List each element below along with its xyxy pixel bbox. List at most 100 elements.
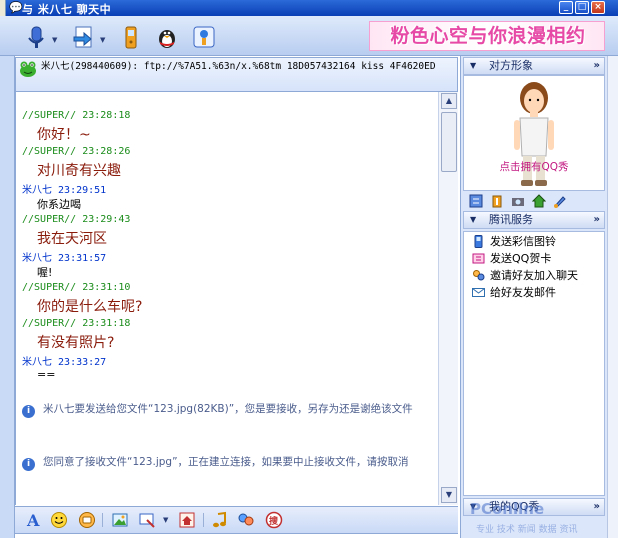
close-button[interactable]: × [591,1,605,14]
action-icon [79,512,95,528]
toolbar-divider [203,513,204,527]
svg-text:搜: 搜 [269,515,279,527]
get-qq-show-link[interactable]: 点击拥有QQ秀 [464,159,604,174]
window-left-border [0,56,15,538]
info-icon: i [22,458,35,471]
avatar-toolbar [463,193,605,211]
file-transfer-button[interactable] [70,23,98,51]
chevron-down-icon: ▼ [470,215,477,224]
message-input[interactable] [15,533,458,538]
mobile-phone-icon [474,235,483,248]
qq-show-button[interactable] [153,23,181,51]
chevron-down-icon[interactable]: ▼ [163,516,168,524]
frog-avatar-icon [20,61,36,77]
message-header: //SUPER// 23:28:18 [22,110,131,121]
chevron-down-icon: ▼ [470,61,477,70]
message-header: //SUPER// 23:29:43 [22,214,131,225]
music-icon [213,511,226,528]
message-text: == [37,368,56,381]
brush-icon[interactable] [553,194,567,208]
message-text: 喔! [37,266,53,279]
double-chevron-icon: » [593,60,600,71]
info-icon [193,26,215,48]
toolbar-divider [102,513,103,527]
info-icon: i [22,405,35,418]
window-title: 与 米八七 聊天中 [22,3,112,16]
chevron-down-icon[interactable]: ▼ [52,36,57,44]
action-button[interactable] [78,511,96,529]
maximize-button[interactable]: □ [575,1,589,14]
svg-text:A: A [26,511,40,529]
contact-header: 米八七(298440609): ftp://%7A51.%63n/x.%68tm… [15,57,458,92]
message-text: 对川奇有兴趣 [37,163,121,179]
house-icon[interactable] [532,194,546,208]
panel-scrollbar[interactable] [607,56,618,538]
send-picture-button[interactable] [111,511,129,529]
invite-friend-icon [473,270,485,281]
magic-icon: 搜 [265,511,283,529]
message-text: 你系边喝 [37,198,81,211]
promo-banner[interactable]: 粉色心空与你浪漫相约 [369,21,605,51]
penguin-icon [159,30,175,48]
mobile-phone-button[interactable] [117,23,145,51]
font-icon: A [26,511,40,530]
window-edge [0,0,6,16]
scroll-down-button[interactable]: ▼ [441,487,457,503]
chat-history[interactable]: //SUPER// 23:28:18 你好！~ //SUPER// 23:28:… [15,92,438,505]
message-text: 我在天河区 [37,231,107,247]
message-header: 米八七 23:31:57 [22,253,107,264]
watermark-logo: PConline [470,500,545,518]
swap-icon[interactable] [469,194,483,208]
homepage-button[interactable] [178,511,196,529]
chevron-down-icon[interactable]: ▼ [100,36,105,44]
scroll-up-button[interactable]: ▲ [441,93,457,109]
message-header: 米八七 23:33:27 [22,357,107,368]
tencent-services-list: 发送彩信图铃 发送QQ贺卡 邀请好友加入聊天 给好友发邮件 [463,231,605,496]
double-chevron-icon: » [593,214,600,225]
emoticon-icon [51,512,67,528]
home-icon [179,512,195,528]
contact-signature: 米八七(298440609): ftp://%7A51.%63n/x.%68tm… [41,61,436,72]
message-header: 米八七 23:29:51 [22,185,107,196]
site-watermark: PConline 专业 技术 新闻 数据 资讯 [470,500,618,538]
chat-scrollbar[interactable]: ▲ ▼ [438,92,458,505]
watermark-slogan: 专业 技术 新闻 数据 资讯 [476,525,578,535]
message-header: //SUPER// 23:28:26 [22,146,131,157]
top-toolbar: ▼ ▼ 粉色心空与你浪漫相约 [0,16,618,56]
title-bar: 💬 与 米八七 聊天中 _ □ × [0,0,618,16]
qq-show-avatar[interactable]: 点击拥有QQ秀 [463,75,605,191]
magic-emoticon-button[interactable]: 搜 [265,511,283,529]
banner-text: 粉色心空与你浪漫相约 [390,25,586,47]
greeting-card-icon [472,253,485,264]
message-text: 你的是什么车呢? [37,299,143,315]
scroll-thumb[interactable] [441,112,457,172]
picture-icon [112,513,128,527]
music-button[interactable] [211,511,229,529]
microphone-icon [28,26,44,48]
message-text: 有没有照片? [37,335,115,351]
mobile-phone-icon [125,26,137,49]
emoticon-button[interactable] [50,511,68,529]
section-header-avatar[interactable]: ▼ 对方形象 » [463,57,605,75]
file-transfer-notice: i 米八七要发送给您文件“123.jpg(82KB)”，您是要接收，另存为还是谢绝… [22,401,434,418]
message-header: //SUPER// 23:31:18 [22,318,131,329]
input-toolbar: A ▼ 搜 [15,506,458,533]
screen-capture-icon [139,513,155,528]
wardrobe-icon[interactable] [490,194,504,208]
group-chat-button[interactable] [237,511,255,529]
section-header-services[interactable]: ▼ 腾讯服务 » [463,211,605,229]
email-icon [472,288,485,297]
font-button[interactable]: A [24,511,42,530]
screen-capture-button[interactable] [138,511,156,529]
minimize-button[interactable]: _ [559,1,573,14]
camera-icon[interactable] [511,194,525,208]
chat-icon [238,513,254,526]
voice-video-button[interactable] [22,23,50,51]
file-transfer-notice: i 您同意了接收文件“123.jpg”，正在建立连接，如果要中止接收文件，请按取消 [22,454,434,471]
file-transfer-icon [73,26,92,48]
message-header: //SUPER// 23:31:10 [22,282,131,293]
chat-window-icon: 💬 [9,1,23,14]
right-side-panel: ▼ 对方形象 » 点击拥有QQ秀 ▼ 腾讯服务 » 发送彩信图铃 发送QQ贺卡 … [460,56,618,538]
message-text: 你好！~ [37,127,91,143]
contact-info-button[interactable] [190,23,218,51]
